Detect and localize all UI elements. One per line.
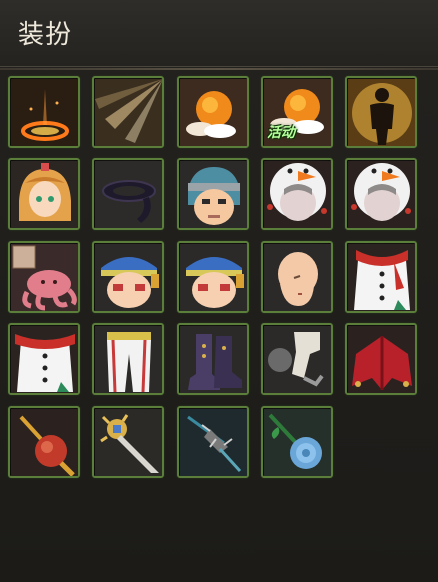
bald-head-icon xyxy=(264,244,331,311)
panel-header: 装扮 xyxy=(0,0,438,67)
item-slot[interactable] xyxy=(8,76,80,148)
ninja-boy-head-icon xyxy=(180,161,247,228)
item-slot[interactable] xyxy=(345,76,417,148)
fire-ring-aura-icon xyxy=(11,79,78,146)
item-slot[interactable] xyxy=(261,241,333,313)
item-slot[interactable] xyxy=(92,241,164,313)
item-slot[interactable] xyxy=(92,158,164,230)
item-slot[interactable] xyxy=(92,323,164,395)
sun-cloud-aura-icon xyxy=(180,79,247,146)
item-slot[interactable] xyxy=(261,406,333,478)
snowman-coat-scarf-icon xyxy=(11,326,78,393)
item-slot[interactable] xyxy=(177,406,249,478)
item-slot[interactable]: 活动 xyxy=(261,76,333,148)
item-slot[interactable] xyxy=(177,158,249,230)
item-slot[interactable] xyxy=(8,323,80,395)
black-headband-icon xyxy=(95,161,162,228)
gauntlet-icon xyxy=(264,326,331,393)
item-slot[interactable] xyxy=(345,323,417,395)
item-slot[interactable] xyxy=(345,158,417,230)
header-divider xyxy=(0,68,438,70)
blue-cap-face-icon xyxy=(180,244,247,311)
red-jester-cape-icon xyxy=(348,326,415,393)
golden-sword-icon xyxy=(95,409,162,476)
blue-cap-face-icon xyxy=(95,244,162,311)
item-slot[interactable] xyxy=(92,406,164,478)
white-pants-icon xyxy=(95,326,162,393)
avatar-panel: 装扮 活动 xyxy=(0,0,438,582)
item-slot[interactable] xyxy=(261,158,333,230)
snowman-hood-head-icon xyxy=(264,161,331,228)
item-slot[interactable] xyxy=(8,241,80,313)
spiked-claw-icon xyxy=(180,409,247,476)
purple-boots-icon xyxy=(180,326,247,393)
item-slot[interactable] xyxy=(261,323,333,395)
item-slot[interactable] xyxy=(345,241,417,313)
snowman-hood-head-icon xyxy=(348,161,415,228)
pink-octopus-icon xyxy=(11,244,78,311)
snowman-coat-icon xyxy=(348,244,415,311)
item-slot[interactable] xyxy=(8,158,80,230)
item-slot[interactable] xyxy=(177,323,249,395)
event-tag: 活动 xyxy=(267,125,295,141)
light-rays-aura-icon xyxy=(95,79,162,146)
blonde-girl-head-icon xyxy=(11,161,78,228)
panel-title: 装扮 xyxy=(18,20,73,50)
red-mace-icon xyxy=(11,409,78,476)
item-slot[interactable] xyxy=(92,76,164,148)
item-slot[interactable] xyxy=(8,406,80,478)
item-slot[interactable] xyxy=(177,241,249,313)
blue-rose-icon xyxy=(264,409,331,476)
item-slot[interactable] xyxy=(177,76,249,148)
golden-silhouette-aura-icon xyxy=(348,79,415,146)
